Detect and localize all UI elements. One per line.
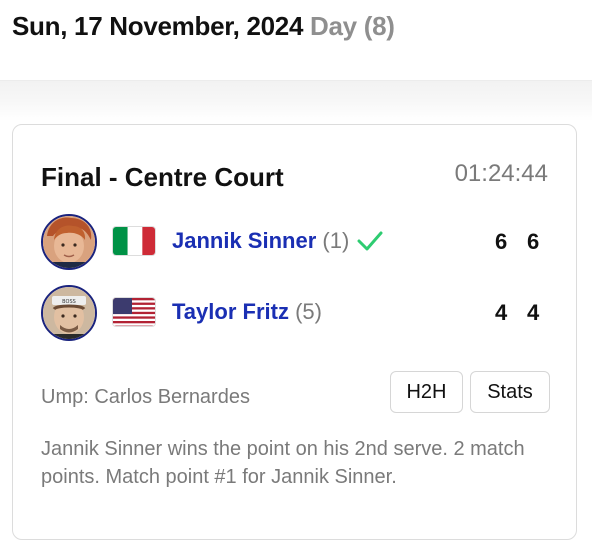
player-row-sinner: Jannik Sinner (1) 6 6 [41, 214, 551, 270]
player-row-fritz: BOSS Taylor Fritz (5) 4 4 [41, 285, 551, 341]
date-text: Sun, 17 November, 2024 [12, 11, 304, 41]
winner-check-icon [357, 230, 383, 252]
player-name-fritz[interactable]: Taylor Fritz (5) [172, 299, 322, 325]
player-avatar-fritz[interactable]: BOSS [41, 285, 97, 341]
player-name-text: Taylor Fritz [172, 299, 289, 324]
match-commentary: Jannik Sinner wins the point on his 2nd … [41, 438, 525, 488]
page-header: Sun, 17 November, 2024 Day (8) [0, 0, 592, 81]
match-round: Final - Centre Court [41, 162, 284, 192]
stats-button[interactable]: Stats [470, 371, 550, 413]
match-card[interactable]: Final - Centre Court 01:24:44 Jannik Sin… [12, 124, 577, 540]
h2h-button[interactable]: H2H [390, 371, 463, 413]
day-label: Day (8) [310, 11, 395, 41]
date-heading: Sun, 17 November, 2024 Day (8) [12, 11, 395, 42]
player-seed: (5) [295, 299, 322, 324]
set-score-1: 6 [495, 229, 508, 254]
player-avatar-sinner[interactable] [41, 214, 97, 270]
match-duration: 01:24:44 [454, 160, 548, 187]
flag-italy-icon [112, 226, 156, 256]
player-name-text: Jannik Sinner [172, 228, 317, 253]
set-score-2: 4 [527, 300, 540, 325]
player-seed: (1) [322, 228, 350, 253]
set-score-1: 4 [495, 300, 508, 325]
svg-text:BOSS: BOSS [62, 299, 76, 305]
umpire-label: Ump: Carlos Bernardes [41, 386, 250, 408]
flag-usa-icon [112, 297, 156, 327]
set-score-2: 6 [527, 229, 540, 254]
player-name-sinner[interactable]: Jannik Sinner (1) [172, 228, 349, 254]
